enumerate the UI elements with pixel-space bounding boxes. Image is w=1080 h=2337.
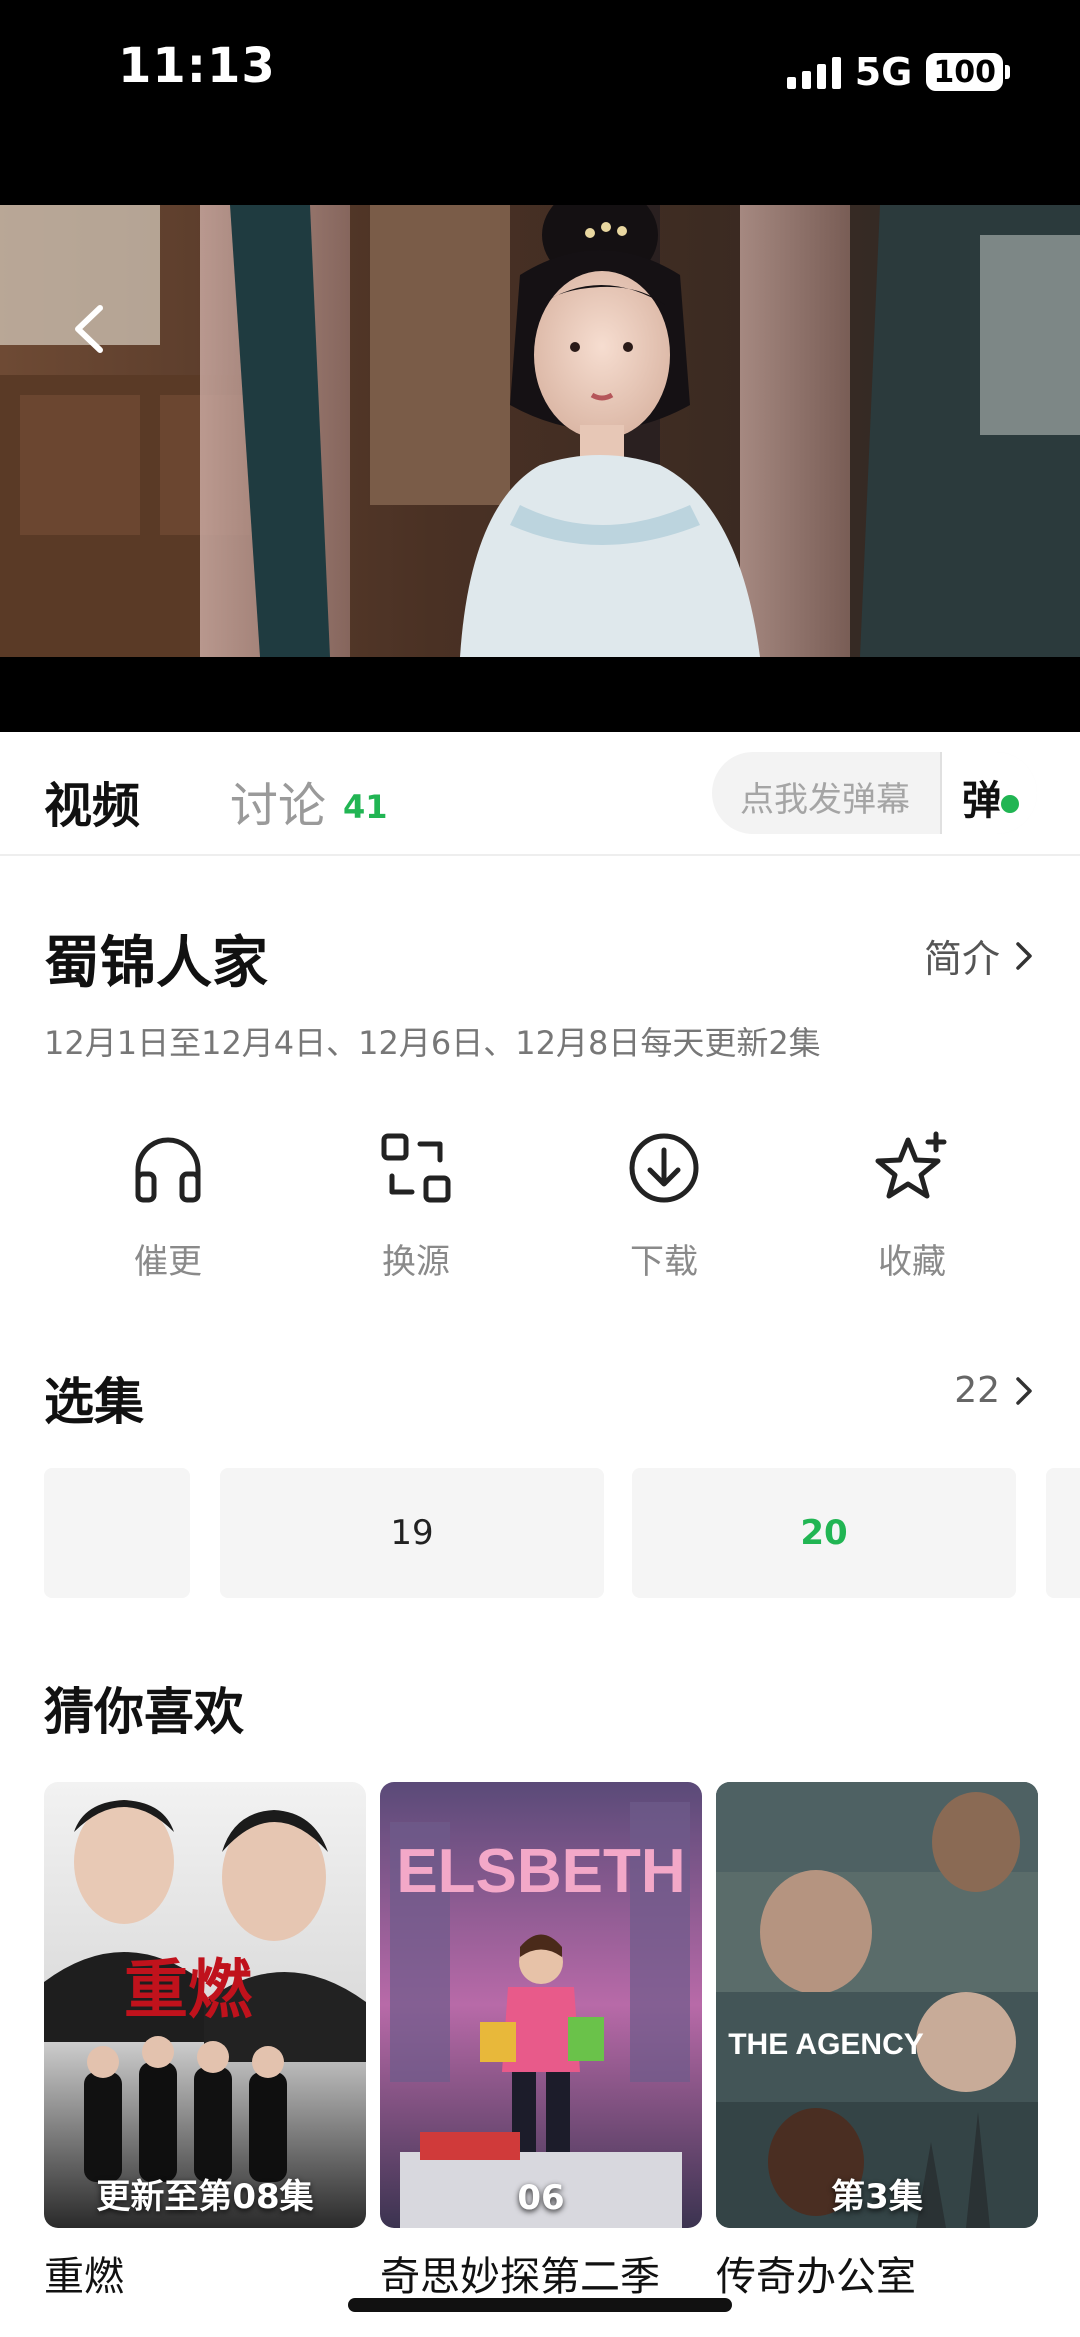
network-type: 5G: [854, 50, 913, 94]
episode-item-current[interactable]: 20: [632, 1468, 1016, 1598]
update-schedule: 12月1日至12月4日、12月6日、12月8日每天更新2集: [44, 1024, 821, 1062]
poster-badge: 更新至第08集: [96, 2177, 314, 2217]
download-button[interactable]: 下载: [580, 1130, 740, 1290]
danmaku-input[interactable]: 点我发弹幕: [740, 772, 910, 821]
video-still-image: [0, 205, 1080, 657]
status-time: 11:13: [118, 38, 276, 94]
danmaku-toggle-button[interactable]: 弹: [940, 752, 1037, 834]
star-plus-icon: [875, 1131, 947, 1199]
poster-image: 重燃 更新至第08集: [44, 1782, 366, 2228]
battery-level: 100: [926, 53, 1003, 91]
favorite-label: 收藏: [878, 1242, 946, 1282]
urge-update-label: 催更: [134, 1242, 202, 1282]
chevron-right-icon: [1016, 941, 1032, 970]
video-player[interactable]: [0, 140, 1080, 732]
urge-update-button[interactable]: 催更: [84, 1130, 244, 1290]
discussion-count-badge: 41: [343, 788, 388, 826]
status-indicators: 5G 100: [786, 50, 1010, 94]
episode-item[interactable]: 19: [220, 1468, 604, 1598]
headphones-icon: [135, 1137, 201, 1203]
danmaku-bar: 点我发弹幕 弹: [712, 752, 1037, 834]
poster-art: 重燃: [44, 1782, 366, 2228]
poster-title-art: ELSBETH: [396, 1837, 685, 1906]
action-row: 催更 换源 下载 收藏: [44, 1130, 1036, 1290]
home-indicator[interactable]: [348, 2298, 732, 2312]
check-icon: [998, 792, 1022, 816]
recommendation-title: 传奇办公室: [716, 2254, 916, 2300]
back-arrow-icon[interactable]: [70, 302, 110, 356]
show-title: 蜀锦人家: [44, 931, 268, 996]
recommendation-card[interactable]: ELSBETH 06 奇思妙探第二季: [380, 1782, 702, 2302]
switch-source-label: 换源: [382, 1242, 450, 1282]
episode-list[interactable]: 19 20: [0, 1468, 1080, 1598]
poster-title-art: THE AGENCY: [728, 2028, 924, 2061]
danmaku-toggle-label: 弹: [962, 778, 1002, 824]
intro-button[interactable]: 简介: [924, 928, 1034, 983]
episode-item[interactable]: [44, 1468, 190, 1598]
episode-item[interactable]: [1046, 1468, 1080, 1598]
poster-badge: 06: [517, 2178, 565, 2218]
episodes-section-title: 选集: [44, 1373, 144, 1431]
tab-video[interactable]: 视频: [44, 766, 140, 836]
poster-art: ELSBETH: [380, 1782, 702, 2228]
all-episodes-button[interactable]: 22: [954, 1370, 1034, 1411]
signal-icon: [786, 55, 841, 89]
chevron-right-icon: [1016, 1376, 1032, 1405]
poster-title-art: 重燃: [124, 1953, 253, 2028]
download-label: 下载: [630, 1242, 698, 1282]
recommendations-section-title: 猜你喜欢: [44, 1683, 244, 1741]
video-frame: [0, 205, 1080, 657]
tab-discussion[interactable]: 讨论: [230, 766, 326, 836]
content-tabs: 视频 讨论 41 点我发弹幕 弹: [0, 732, 1080, 856]
episode-total: 22: [954, 1370, 1000, 1411]
recommendation-card[interactable]: 重燃 更新至第08集 重燃: [44, 1782, 366, 2302]
poster-badge: 第3集: [831, 2177, 923, 2217]
intro-label: 简介: [923, 937, 1000, 981]
recommendation-title: 重燃: [44, 2254, 124, 2300]
poster-image: ELSBETH 06: [380, 1782, 702, 2228]
battery-icon: 100: [926, 53, 1010, 91]
favorite-button[interactable]: 收藏: [828, 1130, 988, 1290]
recommendation-card[interactable]: THE AGENCY 第3集 传奇办公室: [716, 1782, 1038, 2302]
poster-image: THE AGENCY 第3集: [716, 1782, 1038, 2228]
switch-source-button[interactable]: 换源: [332, 1130, 492, 1290]
switch-source-icon: [381, 1133, 451, 1203]
poster-art: THE AGENCY: [716, 1782, 1038, 2228]
status-bar: 11:13 5G 100: [0, 0, 1080, 140]
download-icon: [629, 1133, 699, 1203]
recommendation-title: 奇思妙探第二季: [380, 2254, 660, 2300]
